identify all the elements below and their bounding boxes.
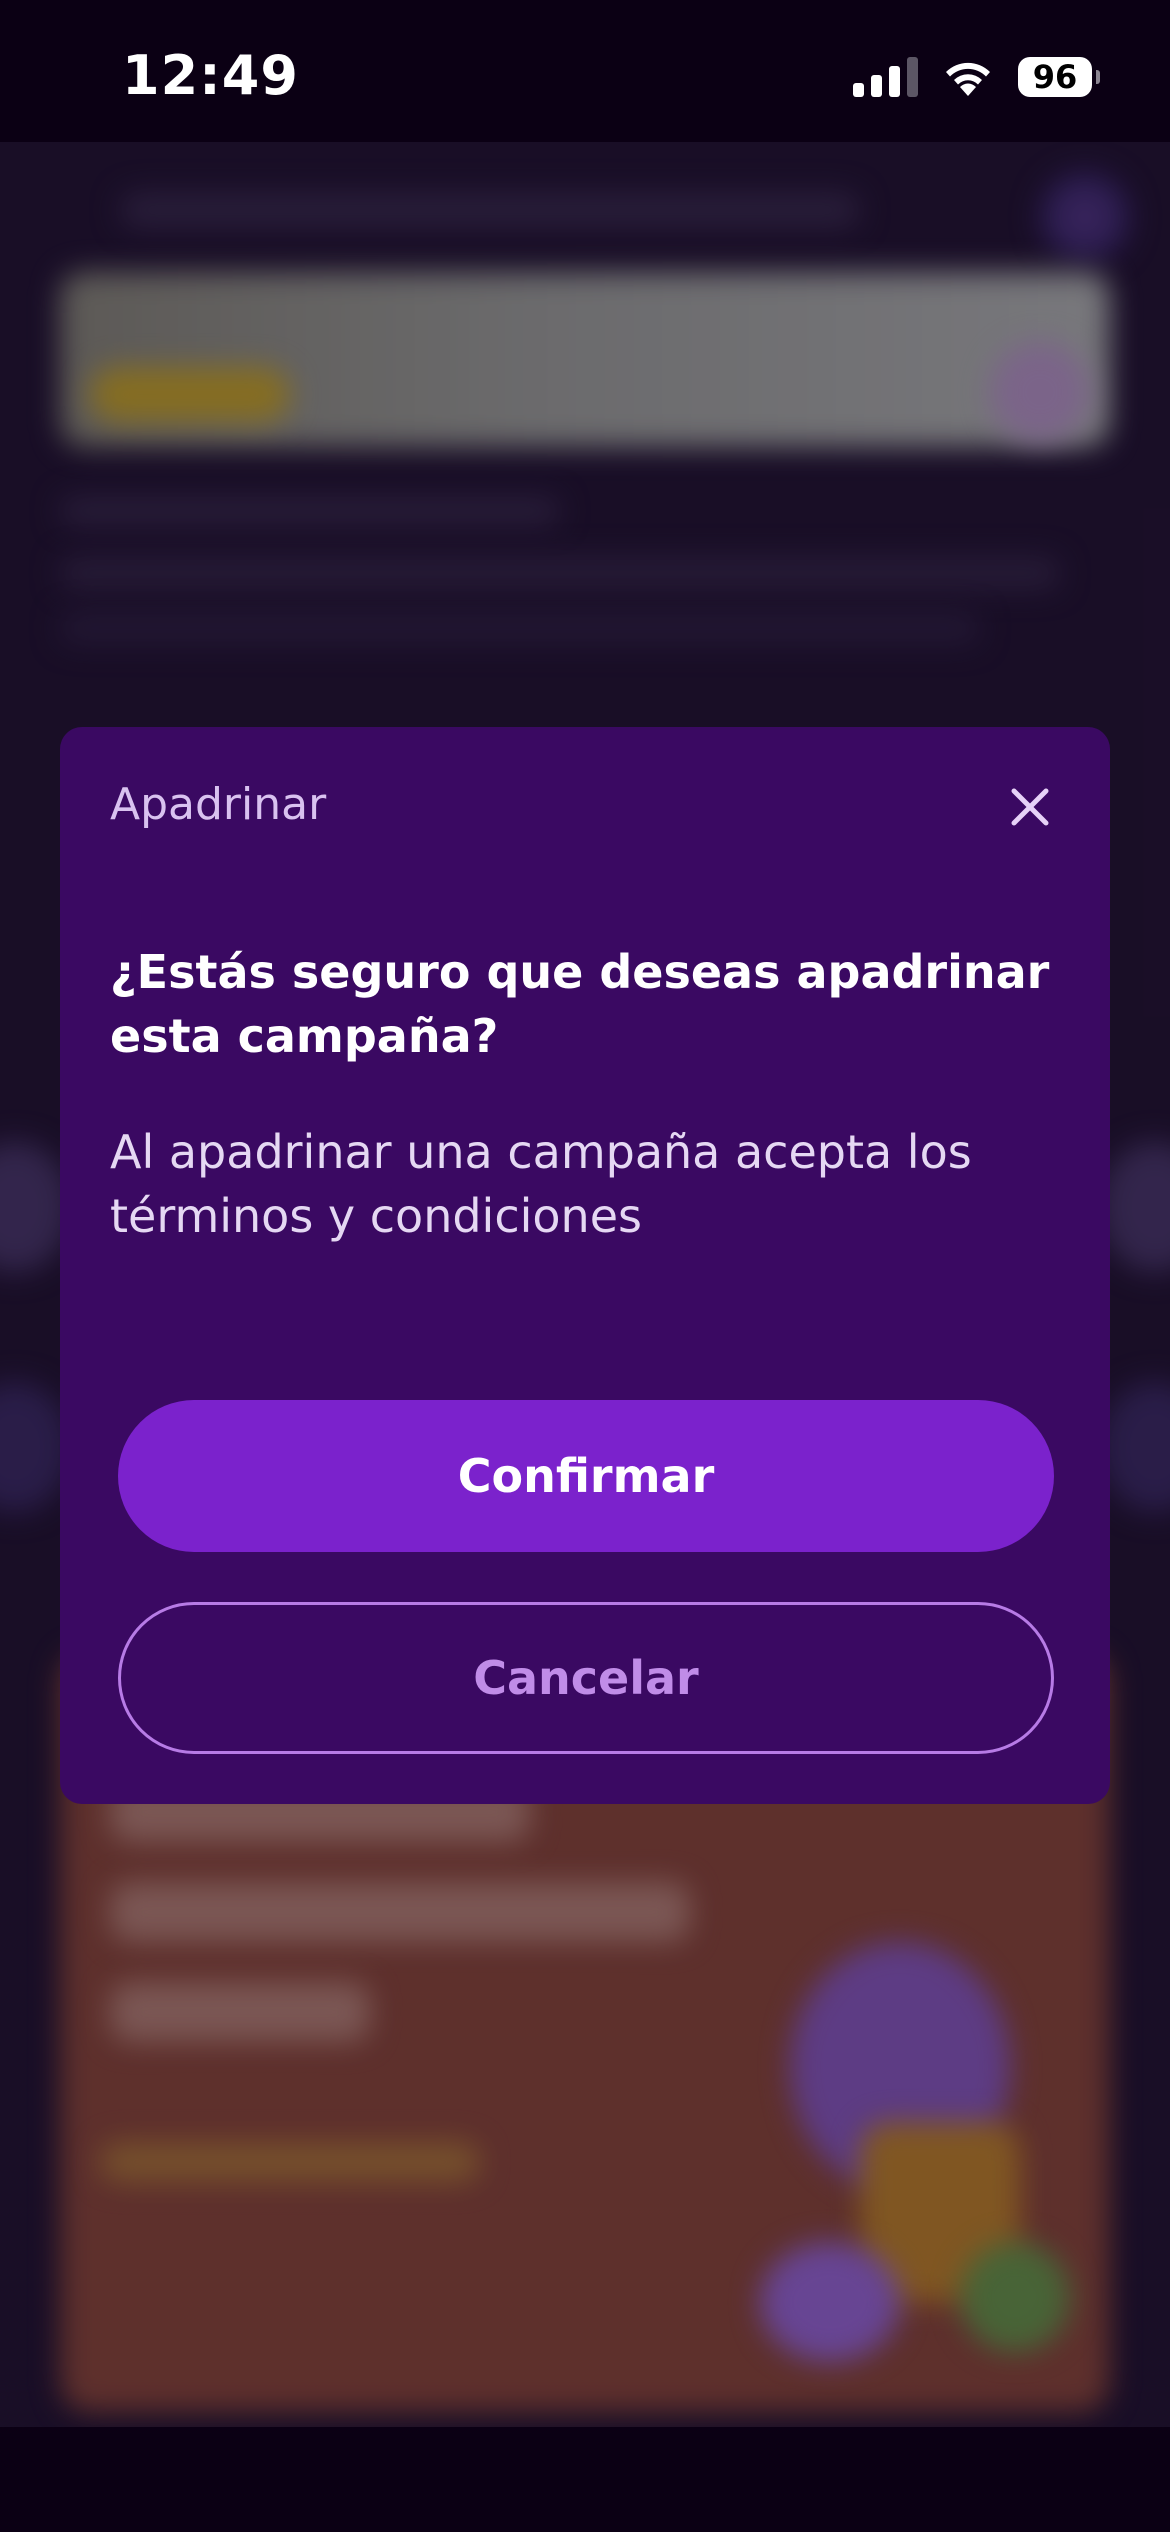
close-icon[interactable] (1002, 779, 1058, 835)
status-icons: 96 (853, 54, 1100, 100)
battery-icon: 96 (1018, 57, 1100, 97)
dialog-question: ¿Estás seguro que deseas apadrinar esta … (110, 945, 1050, 1063)
confirm-button[interactable]: Confirmar (118, 1400, 1054, 1552)
dialog-title: Apadrinar (110, 779, 327, 830)
wifi-icon (946, 62, 990, 96)
sponsor-confirmation-dialog: Apadrinar ¿Estás seguro que deseas apadr… (60, 727, 1110, 1804)
status-time: 12:49 (122, 44, 299, 107)
battery-level: 96 (1032, 58, 1078, 96)
bottom-safe-area (0, 2427, 1170, 2532)
cancel-button[interactable]: Cancelar (118, 1602, 1054, 1754)
cellular-signal-icon (853, 57, 918, 97)
dialog-terms-text: Al apadrinar una campaña acepta los térm… (110, 1125, 972, 1243)
status-bar: 12:49 96 (0, 0, 1170, 142)
